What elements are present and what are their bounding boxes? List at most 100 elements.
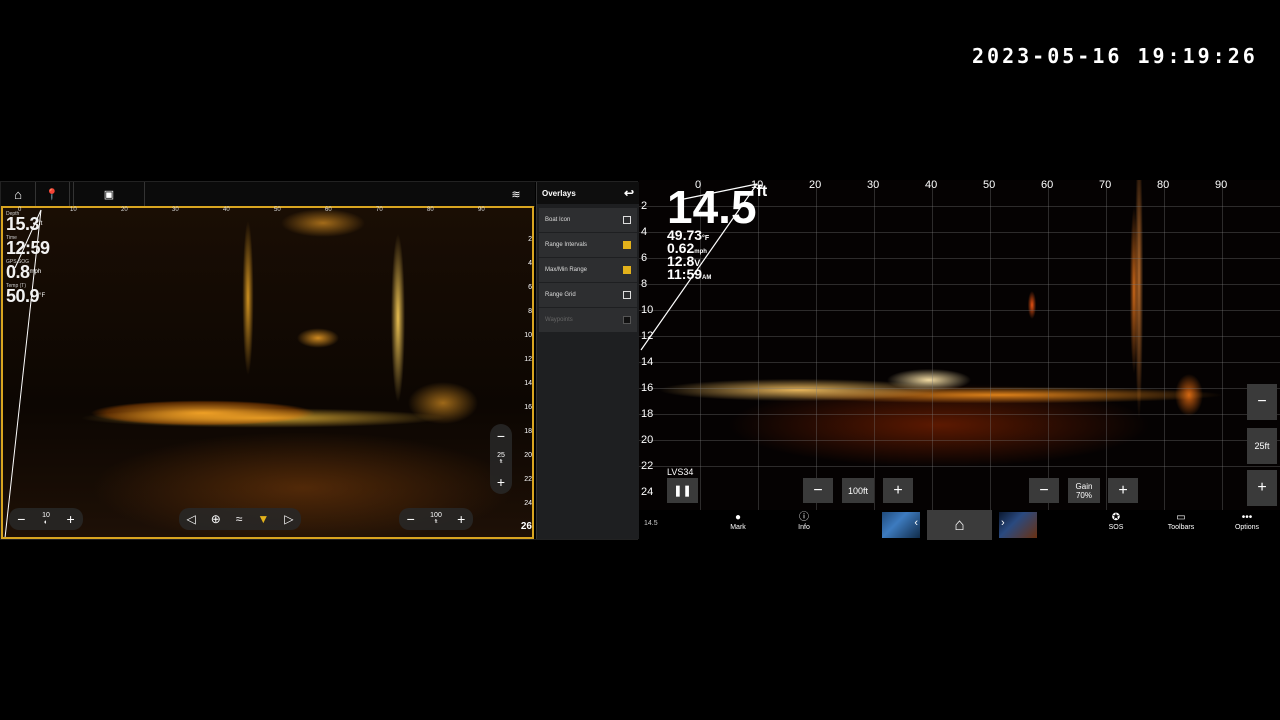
scale-label: 60 bbox=[1041, 180, 1054, 191]
zoom-in-button[interactable]: + bbox=[1247, 470, 1277, 506]
overlay-checkbox[interactable] bbox=[623, 291, 631, 299]
corner-depth: 26 bbox=[520, 521, 532, 532]
toolbar-icon: ▭ bbox=[1176, 512, 1186, 523]
overlay-item-boat-icon[interactable]: Boat Icon bbox=[539, 208, 637, 232]
scroll-right-button[interactable]: ▷ bbox=[284, 512, 293, 526]
readout-value: 0.8 bbox=[6, 262, 30, 282]
overlay-label: Range Grid bbox=[545, 292, 576, 298]
home-button[interactable]: ⌂ bbox=[1, 182, 36, 206]
range-increase-button[interactable]: + bbox=[883, 478, 913, 503]
contrast-icon: ◐ bbox=[43, 519, 49, 526]
overlay-item-max-min-range[interactable]: Max/Min Range bbox=[539, 258, 637, 282]
readout-temp: Temp (T) 50.9°F bbox=[6, 283, 76, 307]
depth-label: 8 bbox=[641, 278, 648, 290]
overlay-checkbox[interactable] bbox=[623, 316, 631, 324]
left-depth-scale: 2 4 6 8 10 12 14 16 18 20 22 24 26 bbox=[518, 206, 532, 536]
chevron-left-icon: ‹ bbox=[914, 517, 918, 529]
back-arrow-icon[interactable]: ↩ bbox=[624, 186, 634, 200]
overlay-item-range-intervals[interactable]: Range Intervals bbox=[539, 233, 637, 257]
depth-value: 14.5 bbox=[667, 181, 757, 233]
depth-label: 12 bbox=[524, 356, 532, 363]
toolbars-button[interactable]: ▭ Toolbars bbox=[1161, 512, 1201, 531]
depth-label: 18 bbox=[641, 408, 654, 420]
location-pin-icon: 📍 bbox=[45, 188, 59, 201]
zoom-value: 25ft bbox=[1247, 428, 1277, 464]
source-label: LVS34 bbox=[667, 467, 694, 477]
overlays-title: Overlays bbox=[542, 188, 576, 198]
readout-unit: mph bbox=[29, 269, 42, 275]
scroll-left-button[interactable]: ◁ bbox=[186, 512, 195, 526]
depth-label: 2 bbox=[641, 200, 648, 212]
readout-time: Time 12:59 bbox=[6, 235, 76, 259]
scale-label: 70 bbox=[376, 207, 383, 213]
brightness-value: 10 bbox=[42, 512, 50, 519]
overlay-checkbox[interactable] bbox=[623, 266, 631, 274]
range-decrease-button[interactable]: − bbox=[407, 511, 415, 527]
temp-unit: °F bbox=[702, 235, 710, 242]
livescope-mode-icon[interactable]: ▼ bbox=[257, 512, 269, 526]
options-button[interactable]: ••• Options bbox=[1227, 512, 1267, 531]
scale-label: 60 bbox=[325, 207, 332, 213]
depth-label: 12 bbox=[641, 330, 654, 342]
bottom-depth: 14.5 bbox=[644, 520, 658, 527]
brightness-increase-button[interactable]: + bbox=[67, 511, 75, 527]
scale-label: 40 bbox=[925, 180, 938, 191]
screenshot-button[interactable]: ▣ bbox=[73, 182, 145, 206]
left-sonar-view[interactable] bbox=[1, 206, 534, 539]
gain-decrease-button[interactable]: − bbox=[1029, 478, 1059, 503]
sonar-button[interactable]: ≋ bbox=[499, 182, 533, 206]
previous-page-thumbnail[interactable]: ‹ bbox=[882, 512, 920, 538]
depth-label: 24 bbox=[524, 500, 532, 507]
zoom-level: 25 ft bbox=[497, 452, 505, 466]
scale-label: 90 bbox=[1215, 180, 1228, 191]
home-button[interactable]: ⌂ bbox=[927, 510, 992, 540]
depth-unit: ft bbox=[756, 183, 768, 200]
scale-label: 80 bbox=[427, 207, 434, 213]
overlay-checkbox[interactable] bbox=[623, 216, 631, 224]
brightness-level: 10 ◐ bbox=[42, 512, 50, 526]
options-label: Options bbox=[1234, 524, 1260, 531]
chevron-right-icon: › bbox=[1001, 517, 1005, 529]
depth-label: 4 bbox=[641, 226, 648, 238]
lifebuoy-icon: ✪ bbox=[1111, 512, 1121, 523]
sos-button[interactable]: ✪ SOS bbox=[1096, 512, 1136, 531]
gain-increase-button[interactable]: + bbox=[1108, 478, 1138, 503]
scale-label: 50 bbox=[274, 207, 281, 213]
range-value: 100ft bbox=[842, 478, 874, 503]
mark-label: Mark bbox=[730, 524, 746, 531]
overlay-item-range-grid[interactable]: Range Grid bbox=[539, 283, 637, 307]
zoom-out-button[interactable]: − bbox=[1247, 384, 1277, 420]
zoom-in-button[interactable]: + bbox=[497, 474, 505, 490]
zoom-control: − 25 ft + bbox=[490, 424, 512, 494]
location-pin-icon: ● bbox=[734, 512, 742, 523]
crosshair-icon[interactable]: ⊕ bbox=[211, 512, 221, 526]
overlay-label: Range Intervals bbox=[545, 242, 588, 248]
depth-label: 22 bbox=[524, 476, 532, 483]
waypoint-button[interactable]: 📍 bbox=[35, 182, 70, 206]
depth-label: 16 bbox=[641, 382, 654, 394]
scale-label: 90 bbox=[478, 207, 485, 213]
overlay-item-waypoints[interactable]: Waypoints bbox=[539, 308, 637, 332]
range-increase-button[interactable]: + bbox=[457, 511, 465, 527]
overlay-label: Waypoints bbox=[545, 317, 573, 323]
time-readout: 11:59AM bbox=[667, 267, 712, 285]
left-range-lines bbox=[4, 209, 42, 537]
next-page-thumbnail[interactable]: › bbox=[999, 512, 1037, 538]
range-decrease-button[interactable]: − bbox=[803, 478, 833, 503]
info-button[interactable]: ⓘ Info bbox=[784, 512, 824, 531]
zoom-out-button[interactable]: − bbox=[497, 428, 505, 444]
toolbars-label: Toolbars bbox=[1167, 524, 1195, 531]
depth-label: 20 bbox=[524, 452, 532, 459]
overlay-checkbox[interactable] bbox=[623, 241, 631, 249]
time-unit: AM bbox=[702, 275, 712, 281]
more-dots-icon: ••• bbox=[1241, 512, 1253, 523]
mark-button[interactable]: ● Mark bbox=[718, 512, 758, 531]
readout-unit: °F bbox=[39, 293, 46, 299]
wave-icon[interactable]: ≈ bbox=[236, 512, 243, 526]
zoom-unit: ft bbox=[499, 459, 503, 465]
brightness-decrease-button[interactable]: − bbox=[17, 511, 25, 527]
readout-value: 50.9 bbox=[6, 286, 40, 306]
pause-button[interactable]: ❚❚ bbox=[667, 478, 698, 503]
camera-icon: ▣ bbox=[103, 188, 115, 201]
depth-label: 24 bbox=[641, 486, 654, 498]
